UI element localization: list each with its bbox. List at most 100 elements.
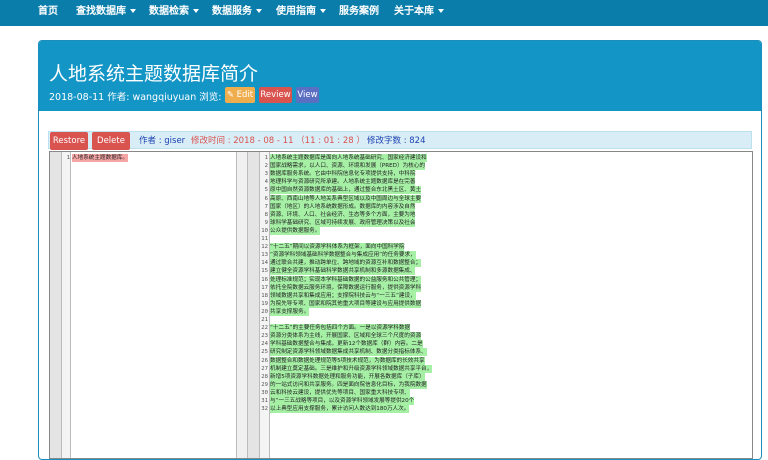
edit-button-label: Edit bbox=[236, 90, 254, 100]
diff-line: 数据整合和数据处理规范等5项技术规范，为数据库的长效共享 bbox=[270, 356, 425, 365]
line-number: 31 bbox=[261, 398, 268, 404]
revision-time: 修改时间 : 2018 - 08 - 11 （11 : 01 : 28 ） bbox=[191, 136, 365, 146]
line-number: 16 bbox=[261, 276, 268, 283]
diff-line: 地理科学与资源研究所承建。人地系统主题数据库是在完善 bbox=[270, 178, 416, 187]
line-number: 27 bbox=[261, 365, 268, 372]
diff-line: 的一站式访问和共享服务。四是面向院信息化目标，为我院数据 bbox=[270, 380, 427, 389]
line-number: 3 bbox=[264, 171, 268, 178]
diff-line: 球科学基础研究、区域可持续发展、政府管理决策以及社会 bbox=[270, 218, 416, 227]
nav-about[interactable]: 关于本库 bbox=[394, 0, 444, 26]
line-number: 7 bbox=[264, 203, 268, 210]
diff-divider bbox=[236, 152, 248, 458]
left-gutter-b bbox=[62, 152, 71, 458]
review-button[interactable]: Review bbox=[259, 87, 292, 103]
line-number: 30 bbox=[261, 389, 268, 396]
diff-line: 人地系统主题数据库。 bbox=[72, 154, 128, 163]
line-number: 18 bbox=[261, 292, 268, 299]
line-number: 29 bbox=[261, 381, 268, 388]
diff-line: “资源学科领域基础科学数据整合与集成应用”的任务要求， bbox=[270, 251, 416, 260]
nav-guide-label: 使用指南 bbox=[276, 6, 316, 17]
view-button[interactable]: View bbox=[296, 87, 319, 103]
chevron-down-icon bbox=[130, 9, 136, 13]
diff-line: 研究制定资源学科领域数据集成共享机制、数据分类指标体系、 bbox=[270, 348, 427, 357]
line-number: 8 bbox=[264, 211, 268, 218]
diff-line: 学科基础数据整合与集成，更新12个数据库（群）内容。二是 bbox=[270, 340, 423, 349]
article-header: 人地系统主题数据库简介 2018-08-11 作者: wangqiuyuan 浏… bbox=[39, 41, 761, 111]
diff-line: 与“一三五战略等项目，以及资源学科领域发展等提供20个 bbox=[270, 397, 415, 406]
line-number: 1 bbox=[264, 155, 268, 161]
line-number: 20 bbox=[261, 308, 268, 315]
diff-line: 建立健全资源学科基础科学数据共享机制和多源数据集成、 bbox=[270, 267, 416, 276]
diff-line: 依托全院数据云服务环境，保障数据运行服务，提供资源学科 bbox=[270, 283, 422, 292]
chevron-down-icon bbox=[438, 9, 444, 13]
line-number: 14 bbox=[261, 260, 268, 267]
diff-line: 高原、西南山地等人地关系典型区域以及中国周边与全球主要 bbox=[270, 194, 422, 203]
line-number: 2 bbox=[264, 163, 268, 170]
line-number: 28 bbox=[261, 373, 268, 380]
line-number: 4 bbox=[264, 179, 268, 186]
page-title: 人地系统主题数据库简介 bbox=[49, 63, 259, 85]
line-number: 10 bbox=[261, 227, 268, 234]
diff-line: 新增5项资源学科数据处理和服务功能，开展各数据库（子库） bbox=[270, 372, 425, 381]
nav-data-service-label: 数据服务 bbox=[212, 6, 252, 17]
nav-data-search[interactable]: 数据检索 bbox=[149, 0, 199, 26]
chevron-down-icon bbox=[193, 9, 199, 13]
line-number: 25 bbox=[261, 349, 268, 356]
diff-line: “十二五”的主要任务包括四个方面。一是以资源学科数据 bbox=[270, 324, 411, 333]
diff-right-pane[interactable]: 1 人地系统主题数据库是面向人地系统基础研究、国家经济建设和 2 国家战略需求，以人口… bbox=[248, 152, 752, 458]
line-number: 5 bbox=[264, 187, 268, 194]
delete-button[interactable]: Delete bbox=[92, 132, 130, 150]
nav-guide[interactable]: 使用指南 bbox=[276, 0, 326, 26]
article-meta: 2018-08-11 作者: wangqiuyuan 浏览: 1 次 bbox=[49, 92, 244, 103]
diff-line: 共享支撑服务。 bbox=[270, 307, 310, 316]
diff-line: 云和科技云建设，提供优先等项目、国家重大科技专项、 bbox=[270, 388, 410, 397]
article-panel: 人地系统主题数据库简介 2018-08-11 作者: wangqiuyuan 浏… bbox=[38, 40, 762, 460]
line-number: 9 bbox=[264, 219, 268, 226]
line-number: 12 bbox=[261, 244, 268, 251]
chevron-down-icon bbox=[320, 9, 326, 13]
diff-line: 资源分类体系为主线，开展国家、区域和全球三个尺度的资源 bbox=[270, 332, 422, 341]
top-navbar: 首页 查找数据库 数据检索 数据服务 使用指南 服务案例 关于本库 bbox=[0, 0, 768, 26]
edit-button[interactable]: ✎ Edit bbox=[225, 87, 255, 103]
diff-line: 资源、环境、人口、社会经济、生态等多个方面，主要为地 bbox=[270, 210, 416, 219]
nav-find-database-label: 查找数据库 bbox=[76, 6, 126, 17]
line-number: 11 bbox=[261, 236, 268, 242]
line-number: 13 bbox=[261, 252, 268, 259]
line-number: 24 bbox=[261, 341, 268, 348]
diff-line: 为院先导专项、国家和院其他重大项目等建设与应用提供数据 bbox=[270, 299, 422, 308]
nav-data-search-label: 数据检索 bbox=[149, 6, 189, 17]
line-number: 19 bbox=[261, 300, 268, 307]
line-number: 21 bbox=[261, 317, 268, 323]
diff-viewer: 1 人地系统主题数据库。 1 人地系统主题数据库是面向人地系统基础研究、国家经济建设… bbox=[49, 151, 753, 459]
diff-line: 通过联合共建，推动跨单位、跨地域的资源互补和数据整合； bbox=[270, 259, 422, 268]
nav-cases-label: 服务案例 bbox=[339, 6, 379, 17]
restore-button[interactable]: Restore bbox=[50, 132, 88, 150]
pencil-icon: ✎ bbox=[226, 90, 234, 100]
diff-line: 数据库服务系统。它由中科院信息化专项提供支持，中科院 bbox=[270, 170, 416, 179]
nav-home-label: 首页 bbox=[38, 6, 58, 17]
line-number: 26 bbox=[261, 357, 268, 364]
nav-home[interactable]: 首页 bbox=[38, 0, 58, 26]
diff-left-pane[interactable]: 1 人地系统主题数据库。 bbox=[50, 152, 236, 458]
left-gutter-a bbox=[50, 152, 62, 458]
nav-cases[interactable]: 服务案例 bbox=[339, 0, 379, 26]
diff-line: 人地系统主题数据库是面向人地系统基础研究、国家经济建设和 bbox=[270, 154, 427, 163]
revision-author: 作者 : giser bbox=[139, 136, 186, 146]
revision-wordcount: 修改字数 : 824 bbox=[367, 136, 426, 146]
nav-data-service[interactable]: 数据服务 bbox=[212, 0, 262, 26]
chevron-down-icon bbox=[256, 9, 262, 13]
diff-line: 机制建立奠定基础。三是维护和升级资源学科领域数据共享平台， bbox=[270, 364, 433, 373]
line-number: 32 bbox=[261, 406, 268, 413]
diff-line: “十二五”期间以资源学科体系为框架，面向中国科学院 bbox=[270, 243, 405, 252]
line-number: 15 bbox=[261, 268, 268, 275]
diff-line: 国家（地区）的人地系统数据形成。数据库的内容涉及自然 bbox=[270, 202, 416, 211]
diff-line: 领域数据共享和集成应用；支撑院科技云与“一三五”建设， bbox=[270, 291, 416, 300]
line-number: 17 bbox=[261, 284, 268, 291]
line-number: 6 bbox=[264, 195, 268, 202]
nav-find-database[interactable]: 查找数据库 bbox=[76, 0, 136, 26]
line-number: 23 bbox=[261, 333, 268, 340]
diff-line: 公众提供数据服务。 bbox=[270, 226, 321, 235]
diff-line: 以上典型应用支撑服务，累计访问人数达到180万人次。 bbox=[270, 405, 410, 414]
nav-about-label: 关于本库 bbox=[394, 6, 434, 17]
diff-line: 原中国自然资源数据库的基础上，通过整合东北黑土区、黄土 bbox=[270, 186, 422, 195]
